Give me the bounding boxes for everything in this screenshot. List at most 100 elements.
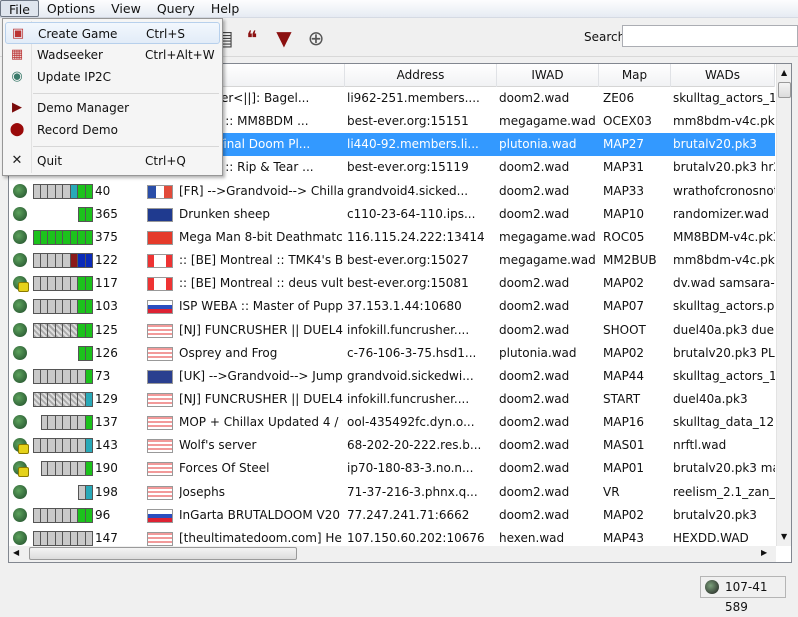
server-name: ISP WEBA :: Master of Puppets	[179, 299, 343, 314]
ping: 122	[95, 253, 118, 268]
player-slot	[70, 438, 78, 454]
menu-item-wadseeker[interactable]: ▦ Wadseeker Ctrl+Alt+W	[5, 44, 220, 66]
players-bar	[33, 461, 93, 477]
wads: dv.wad samsara-v0	[673, 276, 775, 291]
player-slot	[70, 253, 78, 269]
player-slot	[78, 438, 86, 454]
menu-item-record-demo[interactable]: ⬤ Record Demo	[5, 119, 220, 141]
player-slot	[40, 183, 48, 199]
address: infokill.funcrusher....	[347, 322, 470, 337]
status-bar-master-info: 107-41 589	[700, 576, 786, 614]
flag-ca-icon	[147, 277, 173, 292]
address: infokill.funcrusher....	[347, 391, 470, 406]
table-row[interactable]: 190 Forces Of Steel ip70-180-83-3.no.n..…	[9, 457, 775, 480]
table-row[interactable]: 122 :: [BE] Montreal :: TMK4's Bo... bes…	[9, 249, 775, 272]
player-slot	[78, 183, 86, 199]
column-header-iwad[interactable]: IWAD	[497, 64, 599, 87]
table-row[interactable]: 96 InGarta BRUTALDOOM V20 E... 77.247.24…	[9, 504, 775, 527]
table-row[interactable]: 137 MOP + Chillax Updated 4 / 9 ool-4354…	[9, 411, 775, 434]
ping: 143	[95, 438, 118, 453]
menu-file[interactable]: File	[0, 0, 39, 17]
player-slot	[48, 276, 56, 292]
table-row[interactable]: 40 [FR] -->Grandvoid--> Chilla... grandv…	[9, 180, 775, 203]
player-slot	[40, 391, 48, 407]
flag-us-icon	[147, 346, 173, 361]
player-slot	[78, 345, 86, 361]
table-row[interactable]: 365 Drunken sheep c110-23-64-110.ips... …	[9, 203, 775, 226]
iwad: doom2.wad	[499, 507, 570, 522]
player-slot	[78, 507, 86, 523]
menu-item-update-ip2c[interactable]: ◉ Update IP2C	[5, 66, 220, 88]
table-row[interactable]: 73 [UK] -->Grandvoid--> Jump ... grandvo…	[9, 365, 775, 388]
address: best-ever.org:15081	[347, 276, 469, 291]
filter-icon[interactable]: ▼	[270, 24, 298, 52]
vertical-scrollbar[interactable]: ▲ ▼	[776, 64, 791, 546]
player-slot	[70, 415, 78, 431]
menu-query[interactable]: Query	[149, 0, 203, 17]
player-slot	[40, 461, 48, 477]
server-name: [FR] -->Grandvoid--> Chilla...	[179, 183, 343, 198]
iwad: doom2.wad	[499, 484, 570, 499]
vertical-scroll-thumb[interactable]	[778, 82, 791, 98]
search-input[interactable]	[622, 25, 798, 47]
player-slot	[70, 299, 78, 315]
table-row[interactable]: 117 :: [BE] Montreal :: deus vult s... b…	[9, 272, 775, 295]
server-status-icon	[13, 206, 27, 221]
wads: mm8bdm-v4c.pk3	[673, 114, 775, 129]
player-slot	[78, 206, 86, 222]
player-slot	[85, 368, 93, 384]
table-row[interactable]: 198 Josephs 71-37-216-3.phnx.q... doom2.…	[9, 481, 775, 504]
player-slot	[63, 438, 71, 454]
menu-item-create-game[interactable]: ▣ Create Game Ctrl+S	[5, 22, 220, 44]
scroll-up-icon[interactable]: ▲	[781, 68, 787, 77]
column-header-address[interactable]: Address	[345, 64, 497, 87]
menu-item-quit[interactable]: ✕ Quit Ctrl+Q	[5, 150, 220, 172]
player-slot	[33, 299, 41, 315]
player-slot	[78, 368, 86, 384]
iwad: doom2.wad	[499, 368, 570, 383]
table-row[interactable]: 129 [NJ] FUNCRUSHER || DUEL40... infokil…	[9, 388, 775, 411]
menu-item-demo-manager[interactable]: ▶ Demo Manager	[5, 97, 220, 119]
table-row[interactable]: 125 [NJ] FUNCRUSHER || DUEL40... infokil…	[9, 319, 775, 342]
table-row[interactable]: 375 Mega Man 8-bit Deathmatc... 116.115.…	[9, 226, 775, 249]
player-slot	[70, 183, 78, 199]
player-slot	[70, 322, 78, 338]
column-header-wads[interactable]: WADs	[671, 64, 775, 87]
address: 37.153.1.44:10680	[347, 299, 462, 314]
column-header-map[interactable]: Map	[599, 64, 671, 87]
chat-icon[interactable]: ❝	[238, 24, 266, 52]
map: MAP01	[603, 461, 645, 476]
wads: brutalv20.pk3	[673, 507, 757, 522]
iwad: doom2.wad	[499, 322, 570, 337]
scroll-down-icon[interactable]: ▼	[781, 532, 787, 541]
server-name: :: [BE] Montreal :: TMK4's Bo...	[179, 253, 343, 268]
server-status-icon	[13, 299, 27, 314]
horizontal-scrollbar[interactable]: ◀ ▶	[9, 546, 776, 562]
players-bar	[33, 183, 93, 199]
menu-view[interactable]: View	[103, 0, 149, 17]
address: 68-202-20-222.res.b...	[347, 438, 482, 453]
player-slot	[78, 322, 86, 338]
horizontal-scroll-thumb[interactable]	[29, 547, 297, 560]
map: VR	[603, 484, 620, 499]
table-row[interactable]: 143 Wolf's server 68-202-20-222.res.b...…	[9, 434, 775, 457]
players-bar	[33, 391, 93, 407]
player-slot	[33, 322, 41, 338]
menu-options[interactable]: Options	[39, 0, 103, 17]
add-monitor-icon[interactable]: ⊕	[302, 24, 330, 52]
player-slot	[85, 229, 93, 245]
map: OCEX03	[603, 114, 652, 129]
locked-server-icon	[13, 461, 29, 478]
player-slot	[70, 368, 78, 384]
player-slot	[63, 415, 71, 431]
table-row[interactable]: 126 Osprey and Frog c-76-106-3-75.hsd1..…	[9, 342, 775, 365]
table-row[interactable]: 103 ISP WEBA :: Master of Puppets 37.153…	[9, 295, 775, 318]
flag-fr-icon	[147, 184, 173, 199]
scroll-right-icon[interactable]: ▶	[761, 548, 767, 557]
menu-help[interactable]: Help	[203, 0, 248, 17]
wads: skulltag_actors_1-1	[673, 368, 775, 383]
player-slot	[78, 253, 86, 269]
wads: duel40a.pk3	[673, 391, 748, 406]
map: START	[603, 391, 641, 406]
scroll-left-icon[interactable]: ◀	[13, 548, 19, 557]
